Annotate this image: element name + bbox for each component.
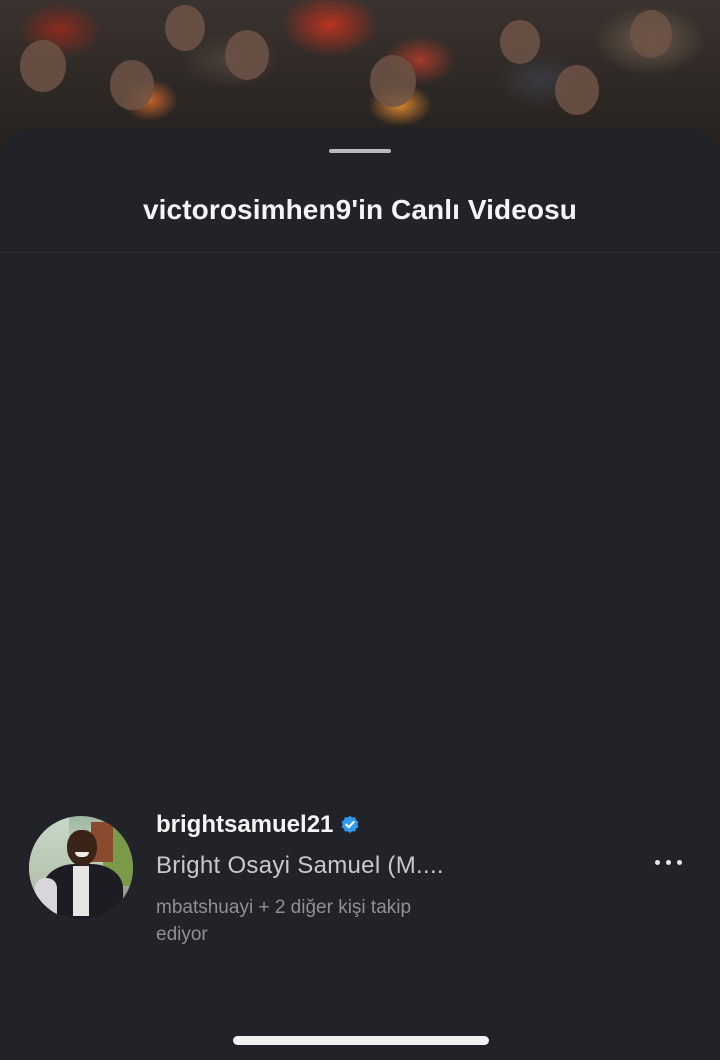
sheet-grabber[interactable] [329, 149, 391, 153]
home-indicator[interactable] [233, 1036, 489, 1045]
full-name: Bright Osayi Samuel (M.... [156, 852, 444, 879]
avatar[interactable] [29, 816, 133, 920]
verified-badge-icon [340, 815, 360, 835]
username-line: brightsamuel21 [156, 810, 360, 840]
instagram-live-screen: victorosimhen9'in Canlı Videosu brightsa… [0, 0, 720, 1060]
profile-row[interactable]: brightsamuel21 Bright Osayi Samuel (M...… [0, 808, 720, 945]
sheet-content-area [0, 253, 720, 793]
sheet-title: victorosimhen9'in Canlı Videosu [142, 194, 577, 225]
more-options-button[interactable] [644, 848, 692, 876]
viewer-profile-sheet: victorosimhen9'in Canlı Videosu brightsa… [0, 128, 720, 1060]
username[interactable]: brightsamuel21 [156, 811, 333, 839]
more-horizontal-icon [654, 859, 660, 865]
followed-by-text: mbatshuayi + 2 diğer kişi takip ediyor [156, 897, 412, 945]
